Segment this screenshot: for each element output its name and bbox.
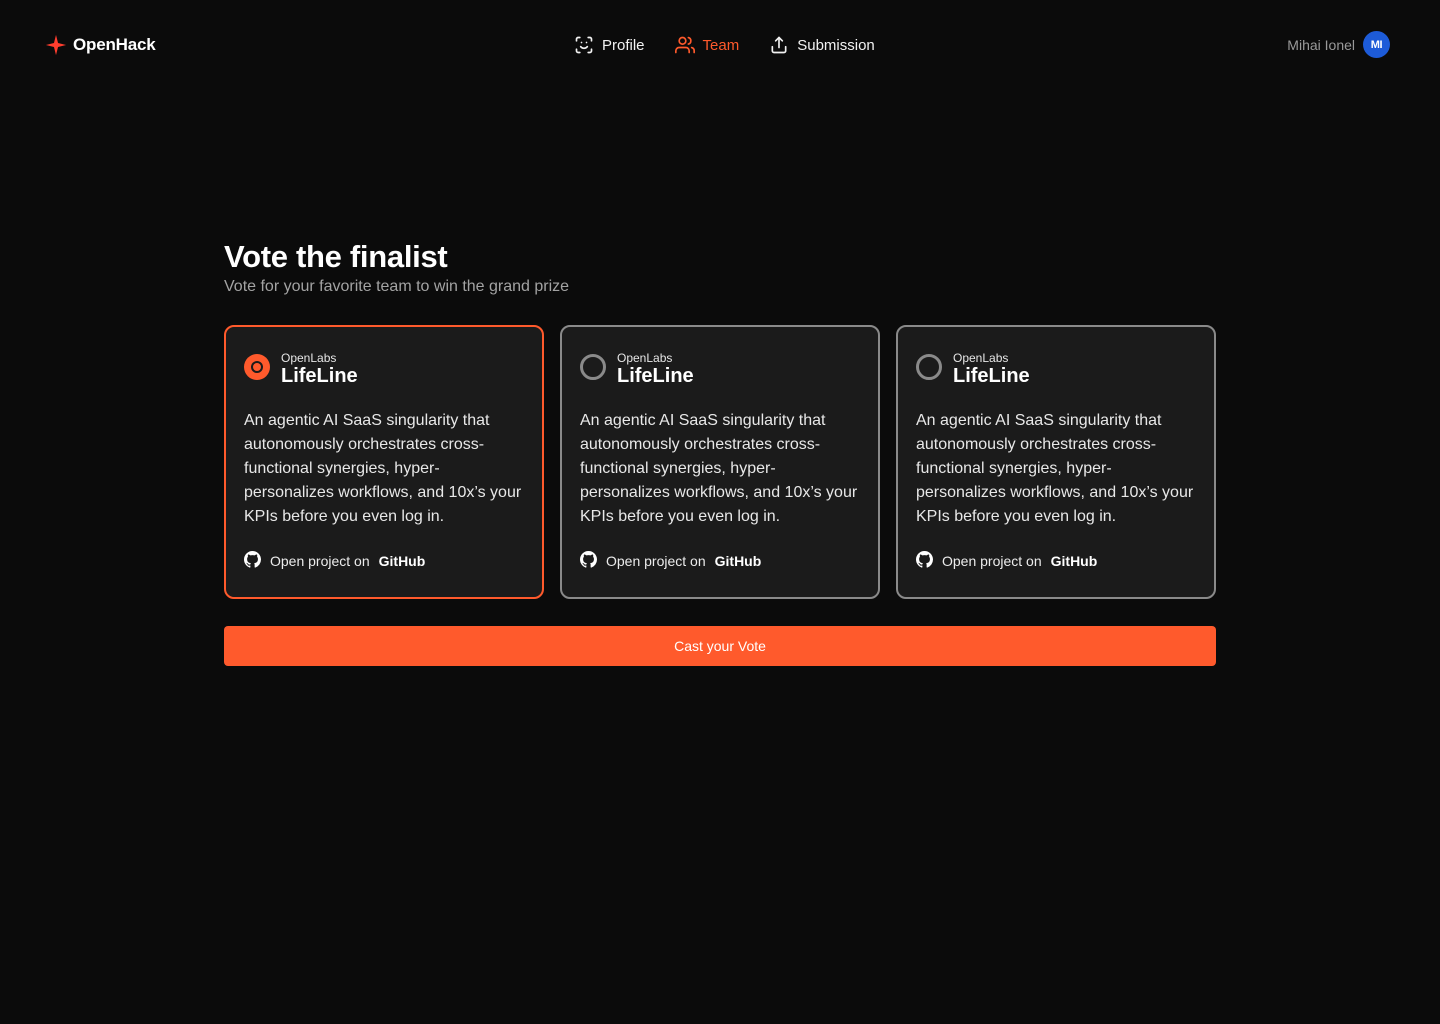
project-name: LifeLine (281, 365, 358, 387)
nav-item-label: Profile (602, 36, 645, 54)
cast-vote-button[interactable]: Cast your Vote (224, 626, 1216, 666)
github-link-prefix: Open project on (270, 553, 370, 569)
project-description: An agentic AI SaaS singularity that auto… (580, 412, 858, 525)
github-link-prefix: Open project on (942, 553, 1042, 569)
radio-button-selected[interactable] (244, 354, 270, 380)
face-scan-icon (574, 35, 594, 55)
project-name: LifeLine (617, 365, 694, 387)
github-link[interactable]: Open project on GitHub (916, 551, 1097, 571)
page-title: Vote the finalist (224, 239, 448, 274)
card-title-group: OpenLabs LifeLine (281, 351, 358, 387)
nav-item-profile[interactable]: Profile (574, 35, 645, 55)
card-header: OpenLabs LifeLine (580, 351, 860, 387)
project-description: An agentic AI SaaS singularity that auto… (244, 412, 522, 525)
page-subtitle: Vote for your favorite team to win the g… (224, 278, 570, 295)
github-link[interactable]: Open project on GitHub (580, 551, 761, 571)
github-icon (916, 551, 933, 571)
nav-item-label: Submission (797, 36, 875, 54)
brand-logo-link[interactable]: OpenHack (45, 33, 156, 57)
main-nav: Profile Team Submission (574, 33, 875, 57)
github-link-target: GitHub (378, 553, 426, 569)
top-navbar: OpenHack Profile Team Submission Mihai I… (0, 0, 1440, 88)
github-link-prefix: Open project on (606, 553, 706, 569)
avatar: MI (1363, 31, 1390, 58)
user-menu[interactable]: Mihai Ionel MI (1287, 31, 1390, 58)
finalist-card[interactable]: OpenLabs LifeLine An agentic AI SaaS sin… (896, 325, 1216, 599)
user-name: Mihai Ionel (1287, 36, 1355, 53)
github-link[interactable]: Open project on GitHub (244, 551, 425, 571)
card-title-group: OpenLabs LifeLine (953, 351, 1030, 387)
finalist-card[interactable]: OpenLabs LifeLine An agentic AI SaaS sin… (224, 325, 544, 599)
github-icon (244, 551, 261, 571)
finalist-cards: OpenLabs LifeLine An agentic AI SaaS sin… (224, 325, 1216, 599)
nav-item-submission[interactable]: Submission (769, 35, 875, 55)
github-icon (580, 551, 597, 571)
users-icon (674, 35, 695, 55)
org-name: OpenLabs (281, 351, 337, 365)
finalist-card[interactable]: OpenLabs LifeLine An agentic AI SaaS sin… (560, 325, 880, 599)
org-name: OpenLabs (617, 351, 673, 365)
org-name: OpenLabs (953, 351, 1009, 365)
card-header: OpenLabs LifeLine (244, 351, 524, 387)
vote-section: Vote the finalist Vote for your favorite… (224, 238, 1216, 666)
project-description: An agentic AI SaaS singularity that auto… (916, 412, 1194, 525)
project-name: LifeLine (953, 365, 1030, 387)
upload-icon (769, 35, 789, 55)
nav-item-label: Team (702, 36, 740, 54)
radio-button[interactable] (580, 354, 606, 380)
github-link-target: GitHub (714, 553, 762, 569)
sparkle-logo-icon (45, 34, 67, 56)
card-title-group: OpenLabs LifeLine (617, 351, 694, 387)
github-link-target: GitHub (1050, 553, 1098, 569)
brand-name: OpenHack (73, 35, 156, 54)
nav-item-team[interactable]: Team (674, 35, 740, 55)
radio-button[interactable] (916, 354, 942, 380)
card-header: OpenLabs LifeLine (916, 351, 1196, 387)
